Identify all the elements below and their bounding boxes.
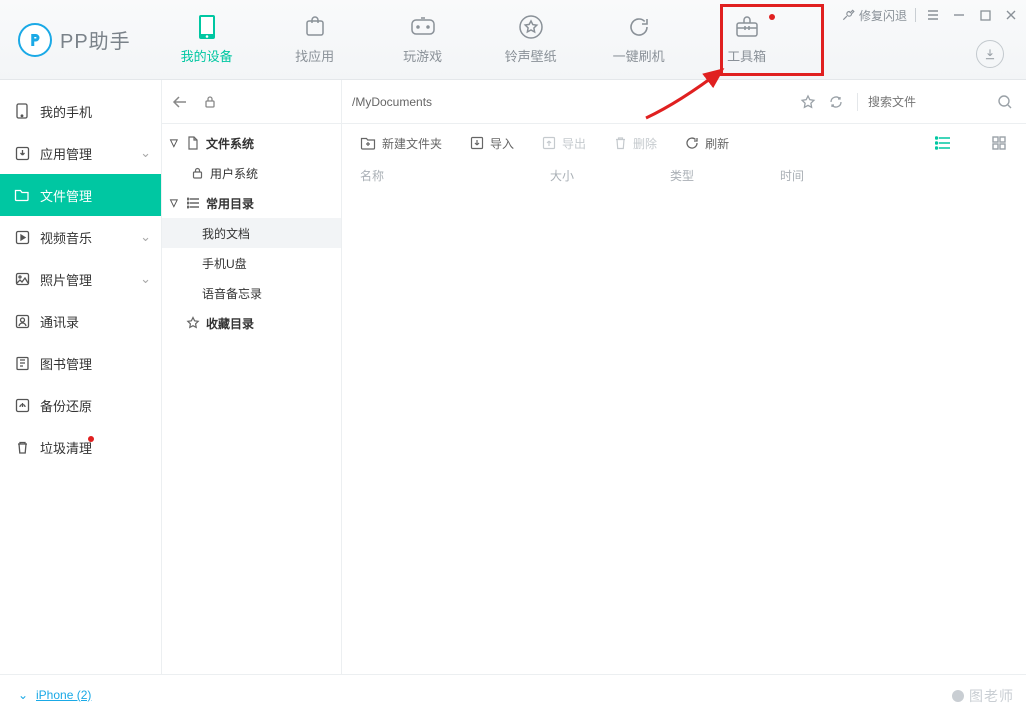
back-button[interactable] [170, 92, 190, 112]
caret-down-icon: ▽ [170, 198, 180, 209]
nav-find-apps[interactable]: 找应用 [261, 0, 369, 79]
backup-icon [14, 397, 30, 413]
delete-button: 删除 [614, 135, 657, 152]
sidebar-photo-manage[interactable]: 照片管理 ⌄ [0, 258, 161, 300]
caret-down-icon: ▽ [170, 138, 180, 149]
status-bar: ⌄ iPhone (2) [0, 674, 1026, 714]
star-circle-icon [518, 14, 544, 40]
app-name: PP助手 [60, 25, 131, 54]
file-toolbar: 新建文件夹 导入 导出 删除 刷新 [342, 124, 1026, 162]
tree-mydocs[interactable]: 我的文档 [162, 218, 341, 248]
sidebar-trash-clean[interactable]: 垃圾清理 [0, 426, 161, 468]
watermark: 图老师 [945, 684, 1020, 708]
sync-button[interactable] [825, 91, 847, 113]
chevron-down-icon: ⌄ [140, 229, 151, 245]
top-bar: PP助手 我的设备 找应用 玩游戏 铃声壁纸 一键刷机 工具箱 [0, 0, 1026, 80]
window-controls: 修复闪退 [841, 6, 1020, 24]
sidebar-my-phone[interactable]: 我的手机 [0, 90, 161, 132]
download-button[interactable] [976, 40, 1004, 68]
sidebar-video-music[interactable]: 视频音乐 ⌄ [0, 216, 161, 258]
tree-panel: ▽ 文件系统 用户系统 ▽ 常用目录 我的文档 手机U盘 语音备忘录 [162, 80, 342, 674]
col-type: 类型 [670, 167, 780, 184]
repair-crash-button[interactable]: 修复闪退 [841, 7, 907, 24]
lock-icon [200, 92, 220, 112]
sidebar-books[interactable]: 图书管理 [0, 342, 161, 384]
close-button[interactable] [1002, 6, 1020, 24]
notification-dot [88, 436, 94, 442]
nav-flash[interactable]: 一键刷机 [585, 0, 693, 79]
nav-my-device[interactable]: 我的设备 [153, 0, 261, 79]
tree-filesystem[interactable]: ▽ 文件系统 [162, 128, 341, 158]
path-bar [162, 80, 341, 124]
star-icon [186, 316, 200, 330]
content-path-bar: /MyDocuments [342, 80, 1026, 124]
new-folder-button[interactable]: 新建文件夹 [360, 135, 442, 152]
file-tree: ▽ 文件系统 用户系统 ▽ 常用目录 我的文档 手机U盘 语音备忘录 [162, 124, 341, 338]
trash-icon [14, 439, 30, 455]
sidebar-backup[interactable]: 备份还原 [0, 384, 161, 426]
grid-view-button[interactable] [990, 134, 1008, 152]
folder-icon [14, 187, 30, 203]
image-icon [14, 271, 30, 287]
refresh-icon [626, 14, 652, 40]
sidebar-app-manage[interactable]: 应用管理 ⌄ [0, 132, 161, 174]
tree-common-dirs[interactable]: ▽ 常用目录 [162, 188, 341, 218]
sidebar-contacts[interactable]: 通讯录 [0, 300, 161, 342]
file-list-empty [342, 188, 1026, 674]
search-input[interactable] [868, 95, 988, 109]
list-header: 名称 大小 类型 时间 [342, 162, 1026, 188]
phone-icon [194, 14, 220, 40]
refresh-button[interactable]: 刷新 [685, 135, 729, 152]
path-text: /MyDocuments [352, 95, 432, 109]
maximize-button[interactable] [976, 6, 994, 24]
col-time: 时间 [780, 167, 1008, 184]
content-panel: /MyDocuments 新建文件夹 导入 导出 [342, 80, 1026, 674]
logo-icon [18, 23, 52, 57]
chevron-down-icon: ⌄ [140, 271, 151, 287]
list-icon [186, 196, 200, 210]
sidebar-file-manage[interactable]: 文件管理 [0, 174, 161, 216]
search-icon[interactable] [994, 91, 1016, 113]
sidebar: 我的手机 应用管理 ⌄ 文件管理 视频音乐 ⌄ 照片管理 ⌄ 通讯录 图书管理 [0, 80, 162, 674]
phone-outline-icon [14, 103, 30, 119]
favorite-button[interactable] [797, 91, 819, 113]
tree-usersystem[interactable]: 用户系统 [162, 158, 341, 188]
col-size: 大小 [550, 167, 670, 184]
bag-icon [302, 14, 328, 40]
toolbox-icon [734, 14, 760, 40]
doc-icon [186, 136, 200, 150]
nav-toolbox[interactable]: 工具箱 [693, 0, 801, 79]
play-square-icon [14, 229, 30, 245]
tree-favorites[interactable]: 收藏目录 [162, 308, 341, 338]
app-logo: PP助手 [0, 0, 153, 79]
list-view-button[interactable] [934, 134, 952, 152]
search-box[interactable] [868, 95, 988, 109]
nav-ring-wallpaper[interactable]: 铃声壁纸 [477, 0, 585, 79]
import-button[interactable]: 导入 [470, 135, 514, 152]
chevron-down-icon: ⌄ [16, 688, 30, 702]
lock-icon [190, 166, 204, 180]
export-button: 导出 [542, 135, 586, 152]
nav-games[interactable]: 玩游戏 [369, 0, 477, 79]
book-icon [14, 355, 30, 371]
menu-button[interactable] [924, 6, 942, 24]
chevron-down-icon: ⌄ [140, 145, 151, 161]
gamepad-icon [410, 14, 436, 40]
col-name: 名称 [360, 167, 550, 184]
top-nav: 我的设备 找应用 玩游戏 铃声壁纸 一键刷机 工具箱 [153, 0, 801, 79]
notification-dot [769, 14, 775, 20]
tree-voice-memo[interactable]: 语音备忘录 [162, 278, 341, 308]
download-square-icon [14, 145, 30, 161]
device-link[interactable]: iPhone (2) [36, 688, 91, 702]
contact-icon [14, 313, 30, 329]
tree-udisk[interactable]: 手机U盘 [162, 248, 341, 278]
minimize-button[interactable] [950, 6, 968, 24]
